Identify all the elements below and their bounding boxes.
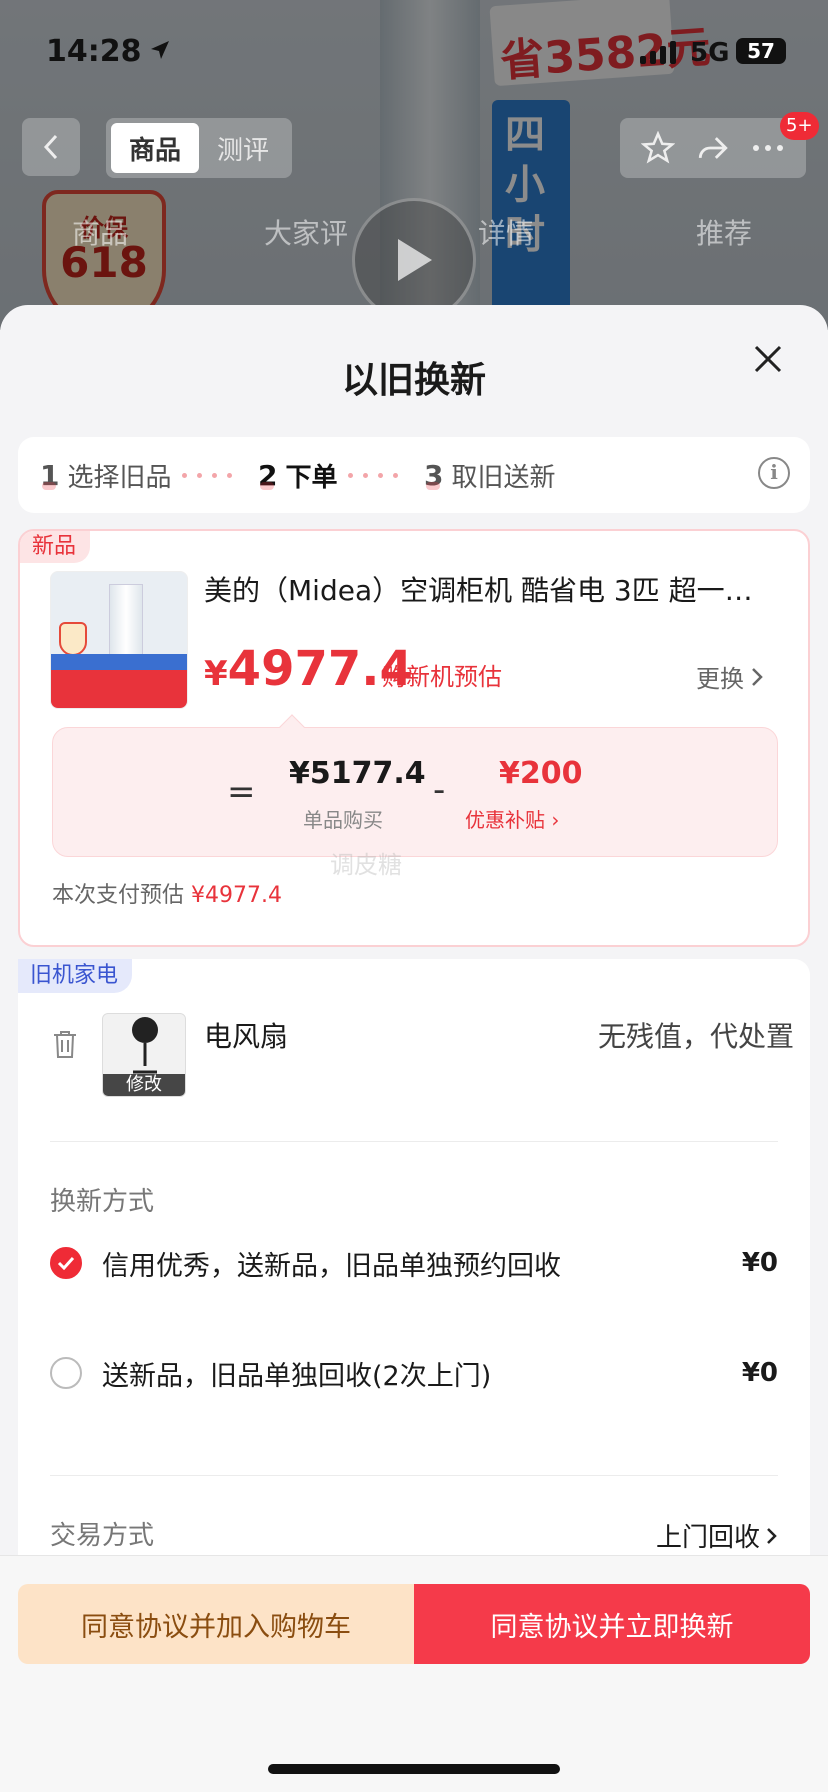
old-item-thumbnail[interactable]: 修改 [102, 1013, 186, 1097]
pay-estimate-value: ¥4977.4 [191, 883, 282, 908]
trade-in-now-button[interactable]: 同意协议并立即换新 [414, 1584, 810, 1664]
battery-icon: 57 [736, 38, 786, 64]
status-bar: 14:28 5G 57 [0, 0, 828, 100]
trade-method-label: 交易方式 [50, 1521, 155, 1551]
location-arrow-icon [151, 41, 169, 59]
watermark: 调皮糖 [330, 851, 402, 879]
share-icon[interactable] [696, 131, 730, 165]
subsidy-link[interactable]: 优惠补贴 › [465, 804, 559, 833]
price-note: 购新机预估 [382, 663, 502, 691]
exchange-option-2-price: ¥0 [741, 1358, 778, 1388]
bg-tab-details[interactable]: 详情 [478, 212, 534, 252]
new-product-tag: 新品 [20, 531, 91, 563]
bg-tab-product[interactable]: 商品 [72, 212, 128, 252]
segment-switch: 商品 测评 [106, 118, 292, 178]
trade-method-value: 上门回收 [655, 1523, 760, 1553]
new-product-card: 新品 美的（Midea）空调柜机 酷省电 3匹 超一… ¥ 4977.4 购新机… [18, 529, 810, 947]
footer-actions: 同意协议并加入购物车 同意协议并立即换新 [0, 1555, 828, 1792]
tab-product[interactable]: 商品 [111, 123, 199, 173]
radio-checked-icon[interactable] [50, 1247, 82, 1279]
play-button[interactable] [352, 198, 476, 322]
step-indicator: 1 选择旧品 2 下单 3 取旧送新 i [18, 437, 810, 513]
bg-tab-reviews[interactable]: 大家评 [264, 212, 348, 252]
product-name[interactable]: 美的（Midea）空调柜机 酷省电 3匹 超一… [204, 569, 784, 609]
step-2: 2 下单 [258, 457, 338, 494]
nav-actions [620, 118, 806, 178]
edit-old-item-button[interactable]: 修改 [103, 1074, 185, 1096]
step-dots-1 [182, 473, 232, 478]
tab-review[interactable]: 测评 [199, 123, 287, 173]
minus-sign: - [433, 770, 446, 810]
exchange-option-1[interactable]: 信用优秀，送新品，旧品单独预约回收 ¥0 [50, 1241, 778, 1285]
price-breakdown: = ¥5177.4 单品购买 - ¥200 优惠补贴 › [52, 714, 778, 857]
exchange-option-2[interactable]: 送新品，旧品单独回收(2次上门) ¥0 [50, 1351, 778, 1395]
play-icon [398, 239, 432, 281]
step-1: 1 选择旧品 [40, 457, 172, 494]
radio-unchecked-icon[interactable] [50, 1357, 82, 1389]
exchange-option-2-text: 送新品，旧品单独回收(2次上门) [102, 1360, 492, 1392]
fan-image [132, 1017, 158, 1074]
back-button[interactable] [22, 118, 80, 176]
price-currency: ¥ [204, 654, 228, 694]
unit-price: ¥5177.4 [289, 756, 426, 791]
chevron-right-icon [752, 667, 763, 686]
add-to-cart-button[interactable]: 同意协议并加入购物车 [18, 1584, 414, 1664]
pay-estimate-label: 本次支付预估 [52, 883, 185, 908]
status-time: 14:28 [46, 34, 142, 69]
sheet-title: 以旧换新 [341, 360, 486, 401]
step-1-number: 1 [40, 459, 60, 492]
close-icon[interactable] [750, 341, 786, 377]
old-item-tag: 旧机家电 [18, 959, 133, 993]
product-thumbnail[interactable] [50, 571, 188, 709]
change-label: 更换 [696, 665, 744, 693]
more-icon[interactable] [751, 143, 785, 153]
exchange-option-1-price: ¥0 [741, 1248, 778, 1278]
trash-icon[interactable] [52, 1029, 78, 1059]
trade-method-selector[interactable]: 上门回收 [656, 1517, 778, 1554]
exchange-option-1-text: 信用优秀，送新品，旧品单独预约回收 [102, 1250, 561, 1282]
equals-sign: = [227, 772, 256, 812]
chevron-left-icon [43, 134, 58, 160]
star-icon[interactable] [640, 131, 675, 165]
old-item-value: 无残值，代处置 [597, 1020, 794, 1053]
change-product-button[interactable]: 更换 [696, 659, 764, 694]
unit-price-label: 单品购买 [303, 808, 383, 832]
divider [50, 1475, 778, 1476]
pay-estimate: 本次支付预估 ¥4977.4 [52, 877, 282, 909]
step-3-label: 取旧送新 [451, 463, 556, 493]
exchange-method-label: 换新方式 [50, 1187, 155, 1217]
step-dots-2 [348, 473, 398, 478]
old-item-name: 电风扇 [204, 1020, 289, 1053]
subsidy-amount: ¥200 [499, 756, 583, 791]
step-2-number: 2 [258, 459, 278, 492]
bg-tab-recommend[interactable]: 推荐 [696, 212, 752, 252]
signal-icon [640, 40, 676, 64]
home-indicator[interactable] [268, 1764, 560, 1774]
info-icon[interactable]: i [758, 457, 790, 489]
step-3: 3 取旧送新 [424, 457, 556, 494]
step-2-label: 下单 [285, 463, 338, 493]
chevron-right-icon [767, 1527, 777, 1544]
more-badge: 5+ [780, 112, 819, 140]
divider [50, 1141, 778, 1142]
step-1-label: 选择旧品 [67, 463, 172, 493]
step-3-number: 3 [424, 459, 444, 492]
top-nav: 商品 测评 5+ [0, 112, 828, 178]
network-type: 5G [690, 38, 730, 68]
